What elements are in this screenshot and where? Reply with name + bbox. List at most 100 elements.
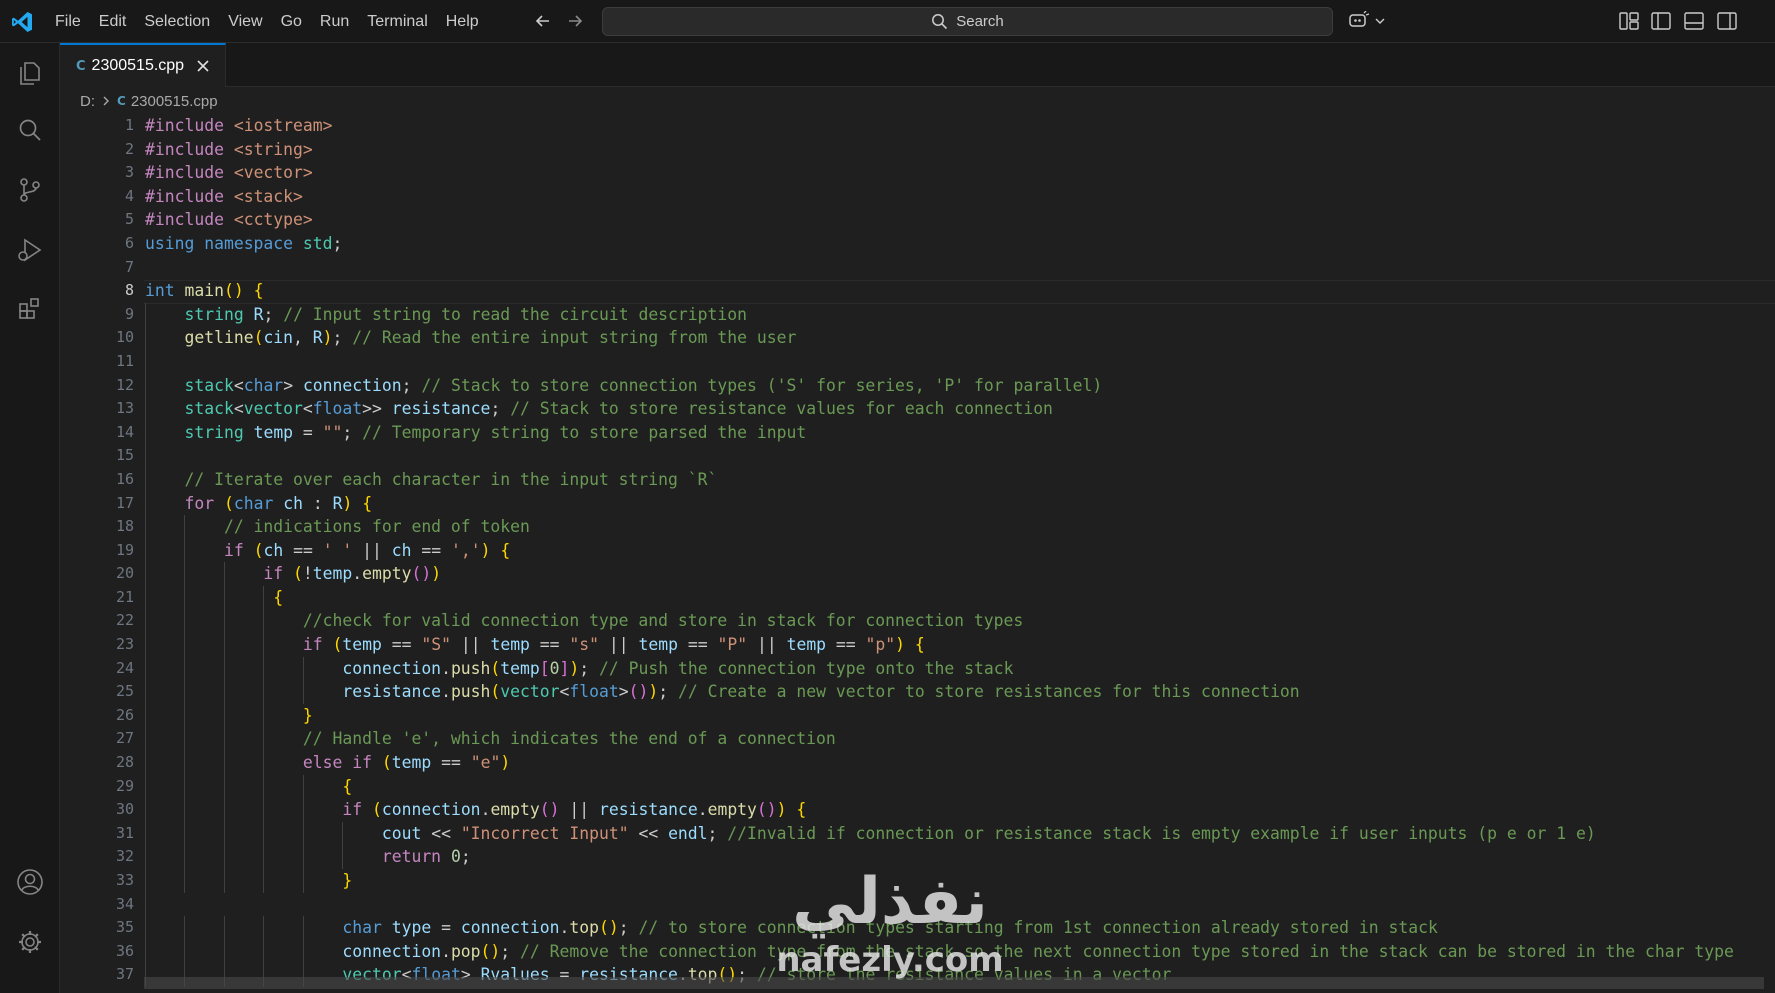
code-line[interactable]: string R; // Input string to read the ci… [145, 302, 1775, 327]
watermark-latin-text: nafezly.com [776, 940, 1004, 980]
code-line[interactable]: #include <string> [145, 138, 1775, 162]
indent-guide [263, 703, 265, 728]
go-back-button[interactable] [530, 8, 556, 34]
indent-guide [263, 798, 265, 822]
line-number: 10 [115, 328, 134, 347]
manage-button[interactable] [13, 925, 47, 959]
code-area[interactable]: #include <iostream> #include <string> #inc… [145, 114, 1775, 987]
code-line[interactable]: stack<vector<float>> resistance; // Stac… [145, 397, 1775, 421]
code-line[interactable]: { [145, 774, 1775, 799]
close-icon [197, 60, 209, 72]
menu-selection[interactable]: Selection [135, 0, 219, 43]
code-line[interactable]: int main() { [145, 279, 1775, 303]
source-control-button[interactable] [13, 173, 47, 207]
indent-guide [223, 609, 225, 634]
code-line[interactable]: connection.push(temp[0]); // Push the co… [145, 656, 1775, 681]
line-number: 2 [124, 139, 134, 158]
indent-guide [263, 774, 265, 799]
code-line[interactable]: } [145, 703, 1775, 728]
indent-guide [223, 869, 225, 893]
toggle-secondary-sidebar-icon[interactable] [1716, 10, 1738, 32]
search-view-button[interactable] [13, 113, 47, 147]
code-line[interactable] [145, 256, 1775, 280]
indent-guide [223, 939, 225, 964]
indent-guide [223, 680, 225, 704]
breadcrumb-file[interactable]: 2300515.cpp [131, 93, 218, 110]
code-line[interactable]: #include <stack> [145, 185, 1775, 209]
explorer-button[interactable] [13, 56, 47, 90]
indent-guide [184, 680, 186, 704]
line-number: 14 [115, 422, 134, 441]
indent-guide [184, 727, 186, 752]
tab-close-button[interactable] [194, 57, 212, 75]
indent-guide [223, 845, 225, 869]
indent-guide [223, 585, 225, 610]
command-center-search[interactable]: Search [602, 7, 1333, 36]
code-line[interactable]: #include <vector> [145, 161, 1775, 185]
code-line[interactable]: #include <cctype> [145, 208, 1775, 232]
toggle-primary-sidebar-icon[interactable] [1650, 10, 1672, 32]
indent-guide [145, 939, 146, 964]
indent-guide [223, 774, 225, 799]
code-line[interactable]: { [145, 585, 1775, 610]
indent-guide [145, 444, 146, 468]
explorer-icon [20, 62, 40, 85]
line-number: 33 [115, 871, 134, 889]
copilot-button[interactable] [1348, 8, 1388, 34]
code-line[interactable]: string temp = ""; // Temporary string to… [145, 420, 1775, 445]
code-line[interactable]: if (!temp.empty()) [145, 562, 1775, 586]
toggle-panel-icon[interactable] [1683, 10, 1705, 32]
indent-guide [184, 656, 186, 681]
breadcrumb: D: C 2300515.cpp [80, 90, 218, 112]
indent-guide [302, 798, 304, 822]
code-line[interactable]: if (ch == ' ' || ch == ',') { [145, 538, 1775, 563]
run-debug-icon [18, 238, 42, 262]
code-line[interactable]: resistance.push(vector<float>()); // Cre… [145, 680, 1775, 704]
line-number: 26 [115, 705, 134, 724]
go-forward-button[interactable] [562, 8, 588, 34]
indent-guide [263, 939, 265, 964]
menu-view[interactable]: View [219, 0, 271, 43]
code-line[interactable]: getline(cin, R); // Read the entire inpu… [145, 326, 1775, 350]
code-line[interactable]: // Handle 'e', which indicates the end o… [145, 727, 1775, 752]
indent-guide [184, 774, 186, 799]
line-number: 34 [115, 894, 134, 913]
code-line[interactable]: #include <iostream> [145, 114, 1775, 138]
code-line[interactable]: for (char ch : R) { [145, 491, 1775, 516]
indent-guide [223, 751, 225, 775]
code-line[interactable]: // indications for end of token [145, 515, 1775, 539]
accounts-button[interactable] [13, 865, 47, 899]
menu-help[interactable]: Help [437, 0, 488, 43]
code-line[interactable]: using namespace std; [145, 232, 1775, 256]
line-number: 11 [115, 351, 134, 370]
run-debug-button[interactable] [13, 233, 47, 267]
code-line[interactable] [145, 444, 1775, 468]
extensions-button[interactable] [13, 291, 47, 325]
code-line[interactable]: if (connection.empty() || resistance.emp… [145, 798, 1775, 822]
indent-guide [145, 609, 146, 634]
indent-guide [302, 939, 304, 964]
breadcrumb-drive[interactable]: D: [80, 93, 95, 110]
menu-terminal[interactable]: Terminal [358, 0, 436, 43]
indent-guide [263, 680, 265, 704]
menu-run[interactable]: Run [311, 0, 358, 43]
code-line[interactable]: stack<char> connection; // Stack to stor… [145, 373, 1775, 398]
indent-guide [184, 703, 186, 728]
line-number: 12 [115, 375, 134, 394]
indent-guide [223, 821, 225, 846]
activity-bar [0, 43, 60, 993]
indent-guide [263, 845, 265, 869]
menu-go[interactable]: Go [272, 0, 311, 43]
search-label: Search [956, 13, 1004, 30]
code-line[interactable]: else if (temp == "e") [145, 751, 1775, 775]
menu-file[interactable]: File [46, 0, 90, 43]
customize-layout-icon[interactable] [1618, 10, 1640, 32]
code-line[interactable]: cout << "Incorrect Input" << endl; //Inv… [145, 821, 1775, 846]
line-number: 22 [115, 611, 134, 630]
menu-edit[interactable]: Edit [90, 0, 136, 43]
tab-2300515-cpp[interactable]: C 2300515.cpp [60, 43, 226, 87]
code-line[interactable]: if (temp == "S" || temp == "s" || temp =… [145, 633, 1775, 657]
code-line[interactable]: // Iterate over each character in the in… [145, 467, 1775, 492]
code-line[interactable] [145, 349, 1775, 374]
code-line[interactable]: //check for valid connection type and st… [145, 609, 1775, 634]
